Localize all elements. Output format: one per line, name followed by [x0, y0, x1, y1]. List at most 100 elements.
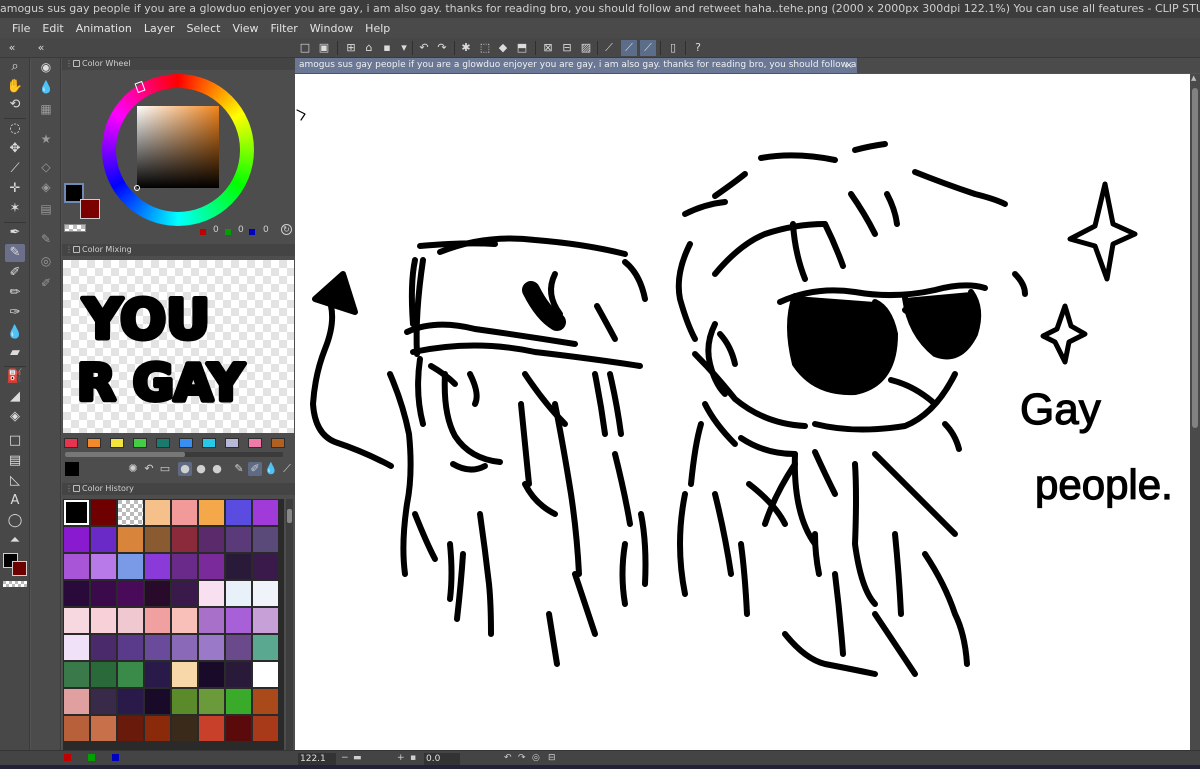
history-color-swatch[interactable] — [225, 607, 252, 634]
history-color-swatch[interactable] — [63, 499, 90, 526]
sub-tool-dock-icon[interactable]: ✎ — [36, 230, 56, 248]
history-color-swatch[interactable] — [144, 553, 171, 580]
close-icon[interactable]: × — [845, 58, 853, 73]
history-color-swatch[interactable] — [225, 499, 252, 526]
history-color-swatch[interactable] — [144, 688, 171, 715]
history-color-swatch[interactable] — [63, 715, 90, 742]
color-history-header[interactable]: ⋮ Color History — [62, 483, 295, 495]
history-color-swatch[interactable] — [252, 688, 279, 715]
ruler-icon[interactable]: ◺ — [5, 472, 25, 490]
color-mixing-header[interactable]: ⋮ Color Mixing — [62, 244, 295, 256]
undo-icon[interactable]: ↶ — [416, 40, 432, 56]
mix-brush-small-icon[interactable]: ● — [178, 462, 192, 476]
decoration-icon[interactable]: ✑ — [5, 304, 25, 322]
sub-color-swatch[interactable] — [12, 561, 27, 576]
history-color-swatch[interactable] — [117, 526, 144, 553]
fill-icon[interactable]: ◆ — [495, 40, 511, 56]
history-color-swatch[interactable] — [198, 553, 225, 580]
save-icon[interactable]: ▪ — [379, 40, 395, 56]
invert-selection-icon[interactable]: ⊟ — [559, 40, 575, 56]
reset-rotation-icon[interactable]: ◎ — [532, 753, 540, 763]
document-tab[interactable]: amogus sus gay people if you are a glowd… — [295, 58, 857, 73]
history-color-swatch[interactable] — [144, 580, 171, 607]
history-color-swatch[interactable] — [252, 526, 279, 553]
object-icon[interactable]: ✛ — [5, 180, 25, 198]
fill-bucket-icon[interactable]: ⛽ — [5, 368, 25, 386]
mix-blend-icon[interactable]: ✐ — [248, 462, 262, 476]
history-color-swatch[interactable] — [117, 688, 144, 715]
history-color-swatch[interactable] — [117, 553, 144, 580]
mix-brush-icon[interactable]: ✎ — [232, 462, 246, 476]
canvas-vertical-scrollbar[interactable]: ▲ — [1190, 74, 1200, 750]
history-color-swatch[interactable] — [225, 661, 252, 688]
color-mode-switch-icon[interactable]: ↻ — [281, 224, 292, 235]
history-color-swatch[interactable] — [63, 688, 90, 715]
layer-search-dock-icon[interactable]: ▤ — [36, 200, 56, 218]
palette-color-swatch[interactable] — [64, 438, 78, 448]
canvas[interactable]: Gay people. — [295, 74, 1190, 750]
history-color-swatch[interactable] — [252, 499, 279, 526]
color-set-dock-icon[interactable]: 💧 — [36, 78, 56, 96]
history-color-swatch[interactable] — [144, 499, 171, 526]
history-color-swatch[interactable] — [252, 634, 279, 661]
fit-icon[interactable]: ▪ — [410, 753, 416, 763]
eraser-icon[interactable]: ▰ — [5, 344, 25, 362]
scrollbar-thumb[interactable] — [1192, 88, 1198, 428]
image-dock-icon[interactable]: ▦ — [36, 100, 56, 118]
history-color-swatch[interactable] — [252, 661, 279, 688]
dropdown-icon[interactable]: ▾ — [396, 40, 412, 56]
history-color-swatch[interactable] — [171, 661, 198, 688]
rectangle-icon[interactable]: □ — [5, 432, 25, 450]
material-dock-icon[interactable]: ★ — [36, 130, 56, 148]
history-color-swatch[interactable] — [63, 634, 90, 661]
gradient-icon[interactable]: ◢ — [5, 388, 25, 406]
history-color-swatch[interactable] — [90, 553, 117, 580]
history-color-swatch[interactable] — [144, 607, 171, 634]
history-color-swatch[interactable] — [171, 580, 198, 607]
history-color-swatch[interactable] — [90, 607, 117, 634]
history-color-swatch[interactable] — [171, 715, 198, 742]
history-color-swatch[interactable] — [90, 634, 117, 661]
history-color-swatch[interactable] — [117, 634, 144, 661]
history-color-swatch[interactable] — [198, 688, 225, 715]
history-color-swatch[interactable] — [171, 634, 198, 661]
new-canvas-icon[interactable]: □ — [297, 40, 313, 56]
palette-color-swatch[interactable] — [87, 438, 101, 448]
history-color-swatch[interactable] — [252, 715, 279, 742]
eyedropper-icon[interactable]: ⟋ — [5, 160, 25, 178]
auto-select-icon[interactable]: ✶ — [5, 200, 25, 218]
zoom-in-icon[interactable]: + — [397, 753, 405, 763]
rotate-right-icon[interactable]: ↷ — [518, 753, 526, 763]
color-wheel-header[interactable]: ⋮ Color Wheel — [62, 58, 295, 70]
balloon-icon[interactable]: ◯ — [5, 512, 25, 530]
history-color-swatch[interactable] — [171, 553, 198, 580]
transparent-color-swatch[interactable] — [3, 581, 27, 587]
figure-icon[interactable]: ◈ — [5, 408, 25, 426]
history-color-swatch[interactable] — [198, 526, 225, 553]
history-color-swatch[interactable] — [225, 688, 252, 715]
history-color-swatch[interactable] — [90, 526, 117, 553]
history-color-swatch[interactable] — [117, 661, 144, 688]
zoom-out-icon[interactable]: − — [341, 753, 349, 763]
history-color-swatch[interactable] — [117, 607, 144, 634]
menu-animation[interactable]: Animation — [70, 22, 138, 35]
palette-color-swatch[interactable] — [202, 438, 216, 448]
history-color-swatch[interactable] — [63, 607, 90, 634]
mix-brush-large-icon[interactable]: ● — [210, 462, 224, 476]
history-color-swatch[interactable] — [90, 661, 117, 688]
hand-icon[interactable]: ✋ — [5, 78, 25, 96]
history-color-swatch[interactable] — [198, 580, 225, 607]
history-color-swatch[interactable] — [198, 634, 225, 661]
mix-trash-icon[interactable]: ▭ — [158, 462, 172, 476]
transparent-color-chip[interactable] — [64, 224, 86, 232]
history-color-swatch[interactable] — [117, 580, 144, 607]
menu-file[interactable]: File — [6, 22, 36, 35]
deselect-icon[interactable]: ⊠ — [540, 40, 556, 56]
layer-property-dock-icon[interactable]: ◇ — [36, 158, 56, 176]
help-icon[interactable]: ? — [690, 40, 706, 56]
history-color-swatch[interactable] — [225, 580, 252, 607]
color-wheel-dock-icon[interactable]: ◉ — [36, 58, 56, 76]
history-color-swatch[interactable] — [63, 526, 90, 553]
mix-undo-icon[interactable]: ↶ — [142, 462, 156, 476]
mix-eyedropper-icon[interactable]: ⟋ — [280, 462, 294, 476]
